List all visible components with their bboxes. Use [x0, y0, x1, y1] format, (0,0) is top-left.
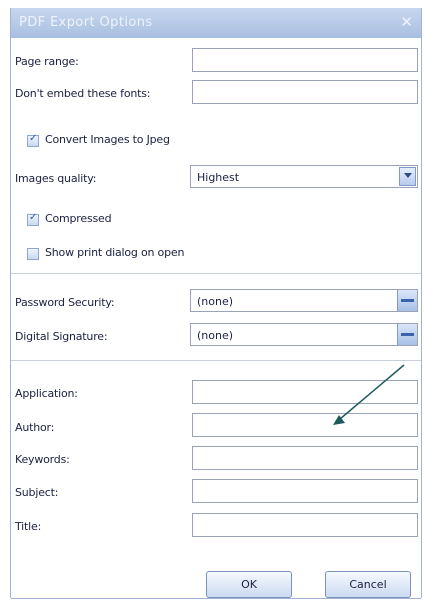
- annotation-arrow-icon: [333, 364, 405, 425]
